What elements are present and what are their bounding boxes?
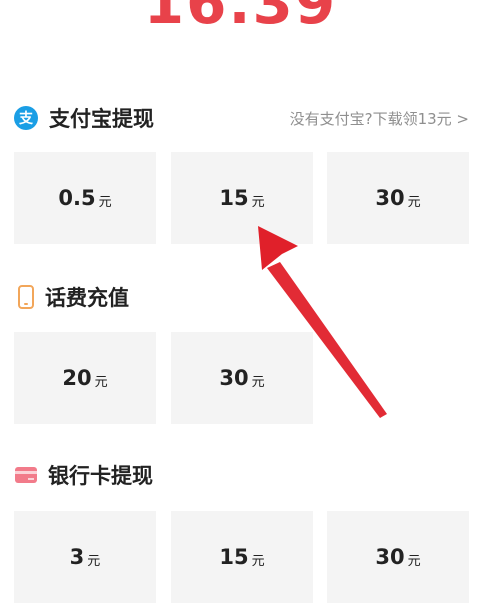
option-amount: 15 bbox=[219, 186, 249, 210]
bank-withdraw-title: 银行卡提现 bbox=[48, 464, 153, 488]
option-amount: 0.5 bbox=[58, 186, 96, 210]
bank-option-30[interactable]: 30 元 bbox=[327, 511, 469, 603]
option-amount: 20 bbox=[62, 366, 92, 390]
option-unit: 元 bbox=[407, 194, 421, 210]
phone-option-20[interactable]: 20 元 bbox=[14, 332, 156, 424]
alipay-option-30[interactable]: 30 元 bbox=[327, 152, 469, 244]
bank-option-3[interactable]: 3元 bbox=[14, 511, 156, 603]
phone-recharge-title: 话费充值 bbox=[45, 286, 129, 310]
option-unit: 元 bbox=[87, 553, 101, 569]
alipay-icon: 支 bbox=[14, 106, 38, 130]
option-amount: 3 bbox=[69, 545, 85, 569]
option-amount: 30 bbox=[375, 186, 405, 210]
option-unit: 元 bbox=[94, 374, 108, 390]
phone-option-30[interactable]: 30 元 bbox=[171, 332, 313, 424]
option-amount: 30 bbox=[375, 545, 405, 569]
bank-option-15[interactable]: 15 元 bbox=[171, 511, 313, 603]
option-unit: 元 bbox=[98, 194, 112, 210]
bank-withdraw-header: 银行卡提现 bbox=[14, 461, 469, 489]
alipay-withdraw-title: 支付宝提现 bbox=[49, 107, 154, 131]
phone-recharge-header: 话费充值 bbox=[14, 283, 469, 311]
option-unit: 元 bbox=[251, 194, 265, 210]
bank-card-icon bbox=[15, 467, 37, 483]
alipay-option-15[interactable]: 15 元 bbox=[171, 152, 313, 244]
alipay-withdraw-header: 支 支付宝提现 没有支付宝?下载领13元 > bbox=[14, 104, 469, 132]
option-unit: 元 bbox=[251, 374, 265, 390]
alipay-option-0-5[interactable]: 0.5 元 bbox=[14, 152, 156, 244]
download-alipay-link[interactable]: 没有支付宝?下载领13元 > bbox=[290, 108, 469, 129]
option-amount: 30 bbox=[219, 366, 249, 390]
option-unit: 元 bbox=[251, 553, 265, 569]
option-unit: 元 bbox=[407, 553, 421, 569]
option-amount: 15 bbox=[219, 545, 249, 569]
phone-icon bbox=[18, 285, 34, 309]
balance-amount: 16.39 bbox=[143, 0, 338, 37]
